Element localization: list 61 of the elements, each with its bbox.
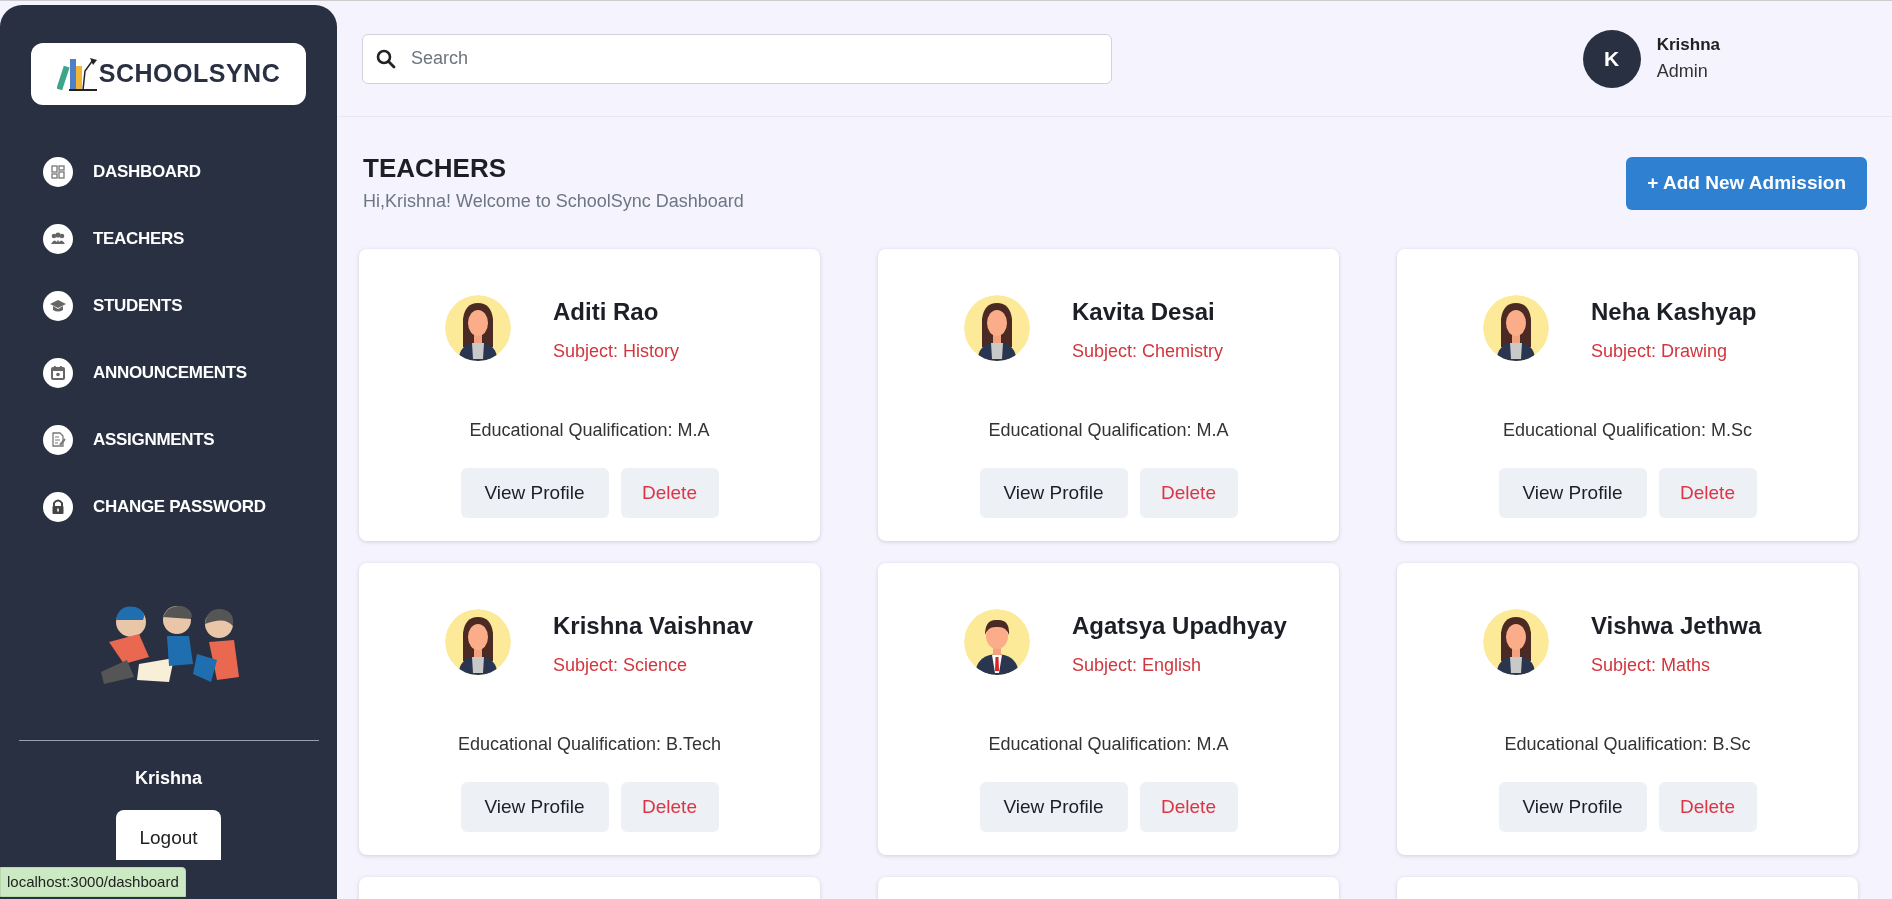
teacher-qualification: Educational Qualification: B.Sc <box>1504 733 1751 757</box>
logo-text: SCHOOLSYNC <box>98 58 281 90</box>
people-icon <box>43 224 73 254</box>
delete-button[interactable]: Delete <box>620 468 719 519</box>
page-title: TEACHERS <box>363 153 507 185</box>
view-profile-button[interactable]: View Profile <box>979 782 1128 833</box>
view-profile-button[interactable]: View Profile <box>1498 468 1647 519</box>
user-name: Krishna <box>1656 34 1720 57</box>
sidebar-item[interactable]: DASHBOARD <box>43 157 337 187</box>
sidebar-item[interactable]: ANNOUNCEMENTS <box>43 358 337 388</box>
person-avatar-icon <box>964 295 1030 362</box>
view-profile-button[interactable]: View Profile <box>1498 782 1647 833</box>
delete-button[interactable]: Delete <box>1658 468 1757 519</box>
teacher-subject: Subject: Chemistry <box>1072 340 1224 364</box>
teacher-name: Kavita Desai <box>1072 297 1216 328</box>
user-role: Admin <box>1656 59 1709 83</box>
teacher-name: Vishwa Jethwa <box>1591 611 1762 642</box>
teacher-subject: Subject: Science <box>553 654 689 678</box>
status-url-tooltip: localhost:3000/dashboard <box>0 866 186 897</box>
teacher-subject: Subject: History <box>553 340 680 364</box>
graduation-cap-icon <box>43 291 73 321</box>
teacher-subject: Subject: Drawing <box>1591 340 1729 364</box>
page-subtitle: Hi,Krishna! Welcome to SchoolSync Dashboard <box>363 190 744 214</box>
logo[interactable]: SCHOOLSYNC <box>31 43 306 105</box>
sidebar-item[interactable]: CHANGE PASSWORD <box>43 492 337 522</box>
person-avatar-icon <box>1483 295 1549 362</box>
teacher-qualification: Educational Qualification: M.Sc <box>1502 419 1753 443</box>
view-profile-button[interactable]: View Profile <box>979 468 1128 519</box>
teacher-name: Agatsya Upadhyay <box>1072 611 1287 642</box>
delete-button[interactable]: Delete <box>620 782 719 833</box>
teacher-qualification: Educational Qualification: M.A <box>988 419 1229 443</box>
teacher-qualification: Educational Qualification: M.A <box>469 419 710 443</box>
teacher-name: Aditi Rao <box>553 297 660 328</box>
teacher-subject: Subject: English <box>1072 654 1203 678</box>
add-admission-button[interactable]: + Add New Admission <box>1626 157 1867 210</box>
calendar-icon <box>43 358 73 388</box>
logout-button[interactable]: Logout <box>116 810 221 860</box>
teacher-subject: Subject: Maths <box>1591 654 1712 678</box>
teacher-qualification: Educational Qualification: M.A <box>988 733 1229 757</box>
dashboard-icon <box>43 157 73 187</box>
search-field[interactable]: Search <box>362 33 1112 84</box>
document-edit-icon <box>43 425 73 455</box>
person-avatar-icon <box>445 295 511 362</box>
person-avatar-icon <box>964 609 1030 676</box>
books-icon <box>56 57 97 91</box>
delete-button[interactable]: Delete <box>1139 468 1238 519</box>
delete-button[interactable]: Delete <box>1658 782 1757 833</box>
teacher-name: Neha Kashyap <box>1591 297 1757 328</box>
teacher-name: Krishna Vaishnav <box>553 611 754 642</box>
teacher-qualification: Educational Qualification: B.Tech <box>457 733 722 757</box>
lock-icon <box>43 492 73 522</box>
delete-button[interactable]: Delete <box>1139 782 1238 833</box>
person-avatar-icon <box>1483 609 1549 676</box>
view-profile-button[interactable]: View Profile <box>460 782 609 833</box>
view-profile-button[interactable]: View Profile <box>460 468 609 519</box>
sidebar-item[interactable]: ASSIGNMENTS <box>43 425 337 455</box>
sidebar-item[interactable]: STUDENTS <box>43 291 337 321</box>
person-avatar-icon <box>445 609 511 676</box>
user-avatar[interactable]: K <box>1582 29 1641 88</box>
user-name: Krishna <box>135 767 202 790</box>
sidebar-item[interactable]: TEACHERS <box>43 224 337 254</box>
